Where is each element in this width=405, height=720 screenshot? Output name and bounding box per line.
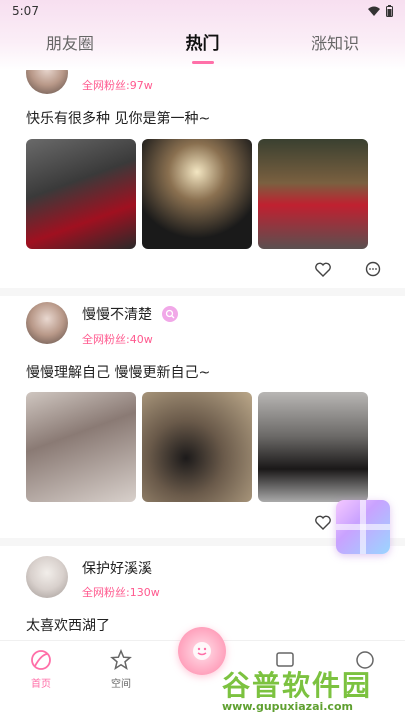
fans-count: 全网粉丝:40w — [82, 333, 153, 346]
nav-space-label: 空间 — [111, 679, 131, 690]
like-icon[interactable] — [312, 511, 334, 533]
center-action-button[interactable] — [178, 627, 226, 675]
post-text: 太喜欢西湖了 — [26, 618, 110, 634]
status-time: 5:07 — [12, 4, 39, 18]
wifi-icon — [368, 6, 380, 16]
status-icons — [368, 5, 393, 17]
watermark-url: www.gupuxiazai.com — [222, 700, 353, 713]
tab-knowledge[interactable]: 涨知识 — [301, 30, 369, 58]
verified-badge-icon — [162, 306, 178, 322]
watermark: 谷普软件园 www.gupuxiazai.com — [222, 664, 402, 716]
nav-space[interactable]: 空间 — [96, 649, 146, 690]
divider — [0, 288, 405, 296]
avatar[interactable] — [26, 302, 68, 344]
avatar[interactable] — [26, 556, 68, 598]
fans-count: 全网粉丝:97w — [82, 79, 153, 92]
comment-icon[interactable] — [362, 258, 384, 280]
top-bar: 5:07 朋友圈 热门 涨知识 — [0, 0, 405, 70]
post-photo[interactable] — [258, 139, 368, 249]
feed[interactable]: 全网粉丝:97w 快乐有很多种 见你是第一种~ 慢慢不清楚 全网粉丝:40w 慢… — [0, 70, 405, 640]
home-icon — [31, 650, 51, 670]
like-icon[interactable] — [312, 258, 334, 280]
post-photo[interactable] — [26, 392, 136, 502]
post-photo[interactable] — [142, 139, 252, 249]
post-photo[interactable] — [258, 392, 368, 502]
battery-icon — [386, 5, 393, 17]
username[interactable]: 保护好溪溪 — [82, 558, 152, 578]
post-photo[interactable] — [26, 139, 136, 249]
star-icon — [110, 649, 132, 671]
avatar[interactable] — [26, 70, 68, 94]
tab-bar: 朋友圈 热门 涨知识 — [0, 30, 405, 58]
tab-hot[interactable]: 热门 — [176, 30, 230, 58]
gift-icon[interactable] — [336, 500, 390, 554]
username[interactable]: 慢慢不清楚 — [82, 304, 152, 324]
watermark-title: 谷普软件园 — [222, 669, 373, 702]
nav-home[interactable]: 首页 — [16, 649, 66, 690]
post-text: 快乐有很多种 见你是第一种~ — [26, 111, 211, 127]
fans-count: 全网粉丝:130w — [82, 586, 160, 599]
post-text: 慢慢理解自己 慢慢更新自己~ — [26, 365, 211, 381]
tab-friends[interactable]: 朋友圈 — [36, 30, 104, 58]
status-bar: 5:07 — [12, 3, 393, 19]
nav-home-label: 首页 — [31, 679, 51, 690]
post-photo[interactable] — [142, 392, 252, 502]
smile-icon — [193, 642, 211, 660]
